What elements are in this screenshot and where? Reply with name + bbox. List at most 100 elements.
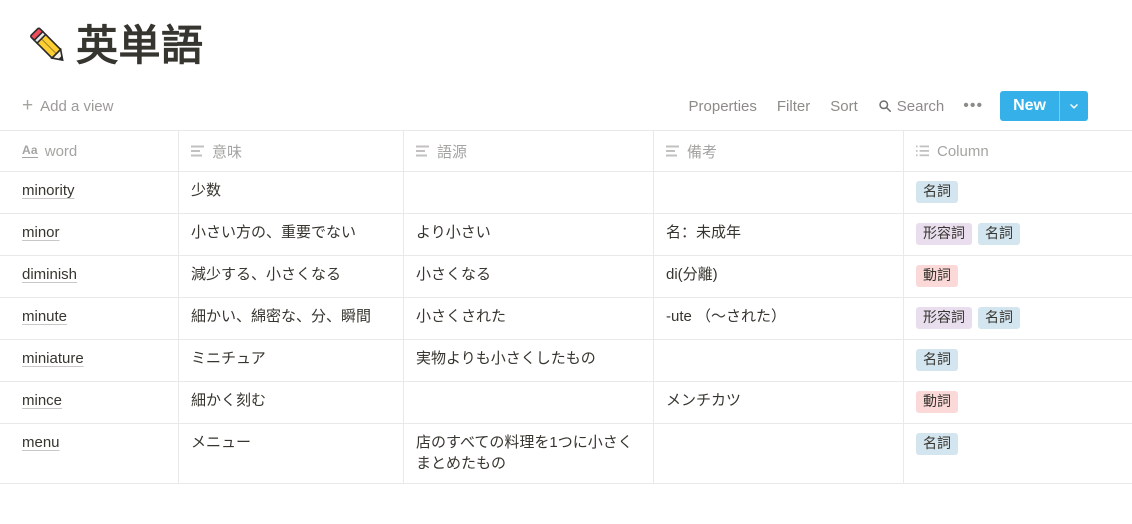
cell-note[interactable]: メンチカツ <box>654 382 904 423</box>
table-row[interactable]: menu メニュー 店のすべての料理を1つに小さくまとめたもの 名詞 <box>0 424 1132 484</box>
word-link[interactable]: menu <box>22 432 60 453</box>
properties-button[interactable]: Properties <box>679 94 767 119</box>
word-link[interactable]: minority <box>22 180 75 201</box>
table-row[interactable]: minority 少数 名詞 <box>0 172 1132 214</box>
word-link[interactable]: minor <box>22 222 60 243</box>
tag-list: 形容詞 名詞 <box>916 222 1020 245</box>
toolbar-actions: Properties Filter Sort Search ••• New <box>679 91 1088 121</box>
cell-origin[interactable]: 小さくなる <box>404 256 654 297</box>
cell-tags[interactable]: 名詞 <box>904 424 1132 483</box>
cell-origin[interactable]: より小さい <box>404 214 654 255</box>
multi-select-list-icon <box>916 145 930 157</box>
cell-word[interactable]: minor <box>0 214 179 255</box>
cell-meaning[interactable]: 小さい方の、重要でない <box>179 214 404 255</box>
table-row[interactable]: minor 小さい方の、重要でない より小さい 名：未成年 形容詞 名詞 <box>0 214 1132 256</box>
database-table: Aa word 意味 語源 備考 Column minority 少数 名詞 m… <box>0 130 1132 484</box>
title-aa-icon: Aa <box>22 142 38 159</box>
table-header-row: Aa word 意味 語源 備考 Column <box>0 131 1132 172</box>
cell-word[interactable]: mince <box>0 382 179 423</box>
tag[interactable]: 形容詞 <box>916 223 972 245</box>
cell-meaning[interactable]: 細かく刻む <box>179 382 404 423</box>
cell-note[interactable] <box>654 172 904 213</box>
column-header-label: 備考 <box>687 143 718 161</box>
tag[interactable]: 形容詞 <box>916 307 972 329</box>
column-header-label: Column <box>937 142 989 160</box>
tag[interactable]: 名詞 <box>916 181 958 203</box>
cell-origin[interactable]: 小さくされた <box>404 298 654 339</box>
cell-meaning[interactable]: 細かい、綿密な、分、瞬間 <box>179 298 404 339</box>
tag[interactable]: 名詞 <box>978 307 1020 329</box>
table-body: minority 少数 名詞 minor 小さい方の、重要でない より小さい 名：未成年 形容… <box>0 172 1132 484</box>
tag[interactable]: 名詞 <box>916 433 958 455</box>
view-toolbar: + Add a view Properties Filter Sort Sear… <box>0 82 1132 130</box>
page-header: 英単語 <box>0 0 1132 82</box>
cell-tags[interactable]: 動詞 <box>904 382 1132 423</box>
tag-list: 動詞 <box>916 390 958 413</box>
table-row[interactable]: miniature ミニチュア 実物よりも小さくしたもの 名詞 <box>0 340 1132 382</box>
cell-word[interactable]: miniature <box>0 340 179 381</box>
plus-icon: + <box>22 94 34 116</box>
cell-note[interactable]: 名：未成年 <box>654 214 904 255</box>
cell-tags[interactable]: 名詞 <box>904 340 1132 381</box>
cell-tags[interactable]: 形容詞 名詞 <box>904 214 1132 255</box>
cell-word[interactable]: minority <box>0 172 179 213</box>
tag-list: 名詞 <box>916 180 958 203</box>
search-label: Search <box>896 97 945 115</box>
cell-word[interactable]: menu <box>0 424 179 483</box>
tag-list: 名詞 <box>916 432 958 455</box>
cell-origin[interactable]: 実物よりも小さくしたもの <box>404 340 654 381</box>
cell-word[interactable]: diminish <box>0 256 179 297</box>
column-header-column[interactable]: Column <box>904 131 1132 171</box>
table-row[interactable]: diminish 減少する、小さくなる 小さくなる di(分離) 動詞 <box>0 256 1132 298</box>
word-link[interactable]: minute <box>22 306 67 327</box>
sort-button[interactable]: Sort <box>820 94 868 119</box>
word-link[interactable]: miniature <box>22 348 84 369</box>
cell-origin[interactable] <box>404 382 654 423</box>
text-lines-icon <box>666 145 680 157</box>
add-view-label: Add a view <box>40 97 114 115</box>
search-button[interactable]: Search <box>868 94 955 119</box>
tag-list: 動詞 <box>916 264 958 287</box>
page-title: 英単語 <box>76 21 204 69</box>
tag[interactable]: 動詞 <box>916 391 958 413</box>
tag-list: 形容詞 名詞 <box>916 306 1020 329</box>
table-row[interactable]: minute 細かい、綿密な、分、瞬間 小さくされた -ute （〜された） 形容詞 名詞 <box>0 298 1132 340</box>
cell-origin[interactable] <box>404 172 654 213</box>
cell-tags[interactable]: 名詞 <box>904 172 1132 213</box>
cell-meaning[interactable]: ミニチュア <box>179 340 404 381</box>
table-row[interactable]: mince 細かく刻む メンチカツ 動詞 <box>0 382 1132 424</box>
cell-note[interactable]: di(分離) <box>654 256 904 297</box>
filter-button[interactable]: Filter <box>767 94 820 119</box>
word-link[interactable]: diminish <box>22 264 77 285</box>
column-header-label: 意味 <box>212 143 243 161</box>
text-lines-icon <box>191 145 205 157</box>
column-header-meaning[interactable]: 意味 <box>179 131 404 171</box>
word-link[interactable]: mince <box>22 390 62 411</box>
search-icon <box>878 99 892 113</box>
column-header-word[interactable]: Aa word <box>0 131 179 171</box>
new-button-dropdown[interactable] <box>1060 91 1088 121</box>
cell-origin[interactable]: 店のすべての料理を1つに小さくまとめたもの <box>404 424 654 483</box>
cell-tags[interactable]: 動詞 <box>904 256 1132 297</box>
column-header-note[interactable]: 備考 <box>654 131 904 171</box>
cell-note[interactable] <box>654 340 904 381</box>
cell-note[interactable]: -ute （〜された） <box>654 298 904 339</box>
column-header-label: 語源 <box>437 143 468 161</box>
title-row: 英単語 <box>22 20 204 72</box>
pencil-emoji <box>22 20 74 72</box>
cell-word[interactable]: minute <box>0 298 179 339</box>
column-header-label: word <box>44 142 78 160</box>
cell-note[interactable] <box>654 424 904 483</box>
cell-meaning[interactable]: 減少する、小さくなる <box>179 256 404 297</box>
tag[interactable]: 名詞 <box>916 349 958 371</box>
column-header-origin[interactable]: 語源 <box>404 131 654 171</box>
cell-meaning[interactable]: 少数 <box>179 172 404 213</box>
tag[interactable]: 動詞 <box>916 265 958 287</box>
more-options-button[interactable]: ••• <box>954 93 992 119</box>
tag[interactable]: 名詞 <box>978 223 1020 245</box>
new-button-group: New <box>1000 91 1088 121</box>
new-button[interactable]: New <box>1000 91 1059 121</box>
cell-tags[interactable]: 形容詞 名詞 <box>904 298 1132 339</box>
add-view-button[interactable]: + Add a view <box>22 94 114 116</box>
cell-meaning[interactable]: メニュー <box>179 424 404 483</box>
